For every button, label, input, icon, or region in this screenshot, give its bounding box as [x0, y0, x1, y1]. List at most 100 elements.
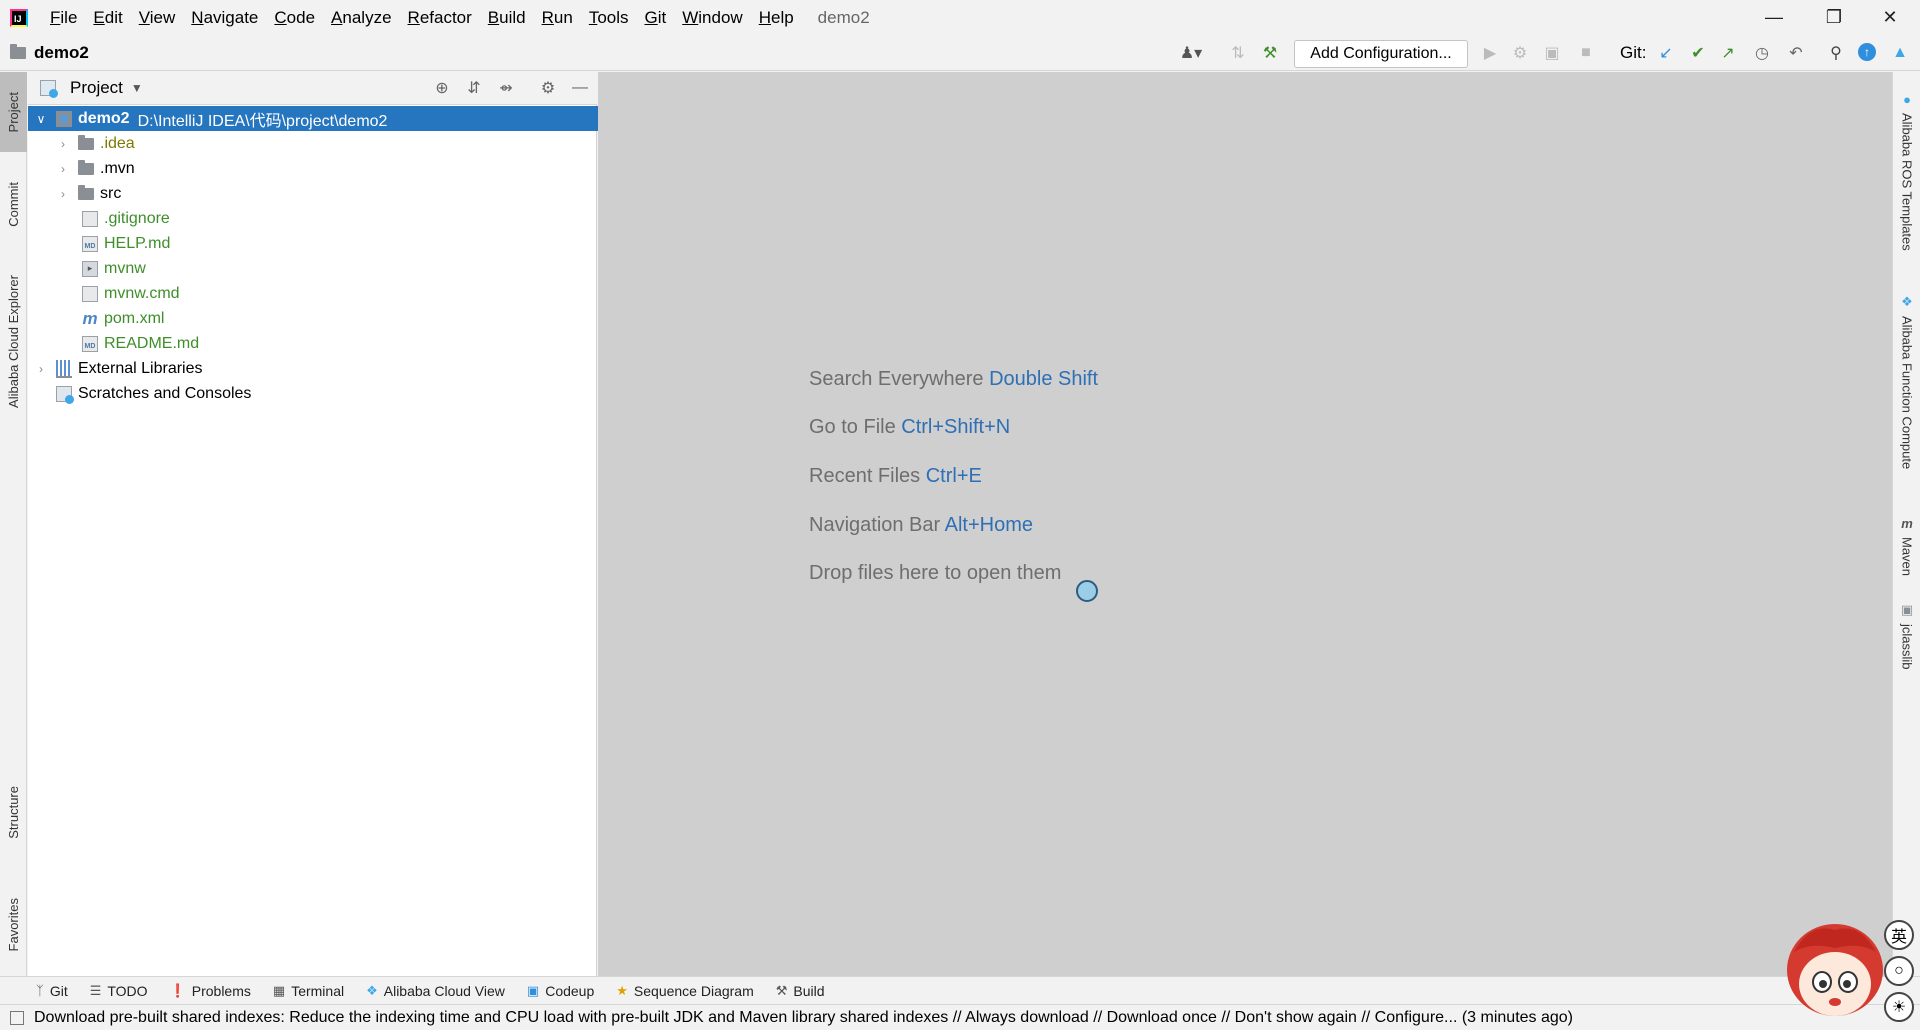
menu-analyze[interactable]: Analyze [323, 0, 399, 35]
menu-view[interactable]: View [131, 0, 184, 35]
tree-item-help-md[interactable]: MD HELP.md [28, 231, 651, 256]
chevron-right-icon[interactable]: › [56, 187, 70, 201]
restore-icon[interactable]: ❐ [1804, 0, 1864, 35]
tab-structure[interactable]: Structure [0, 772, 27, 852]
menu-tools[interactable]: Tools [581, 0, 637, 35]
tab-commit[interactable]: Commit [0, 164, 27, 244]
tree-item-external-libraries[interactable]: › External Libraries [28, 356, 603, 381]
chevron-right-icon[interactable]: › [34, 362, 48, 376]
tree-item-label: .gitignore [104, 209, 170, 227]
tab-codeup[interactable]: ▣ Codeup [527, 983, 594, 999]
tree-item-label: mvnw.cmd [104, 284, 180, 302]
minimize-icon[interactable]: — [1744, 0, 1804, 35]
menu-navigate[interactable]: Navigate [183, 0, 266, 35]
tab-build[interactable]: ⚒ Build [776, 983, 825, 999]
menu-git[interactable]: Git [637, 0, 675, 35]
tab-project[interactable]: Project [0, 72, 27, 152]
tab-favorites[interactable]: Favorites [0, 880, 27, 970]
editor-empty-area[interactable]: Search Everywhere Double Shift Go to Fil… [598, 72, 1892, 976]
tree-item-mvn[interactable]: › .mvn [28, 156, 625, 181]
ime-language-button[interactable]: 英 [1884, 920, 1914, 950]
menu-code[interactable]: Code [266, 0, 323, 35]
gear-icon[interactable]: ⚙ [538, 78, 558, 98]
ime-settings-icon[interactable]: ○ [1884, 956, 1914, 986]
tree-item-label: pom.xml [104, 309, 165, 327]
tab-alibaba-cloud-view[interactable]: ❖ Alibaba Cloud View [366, 983, 505, 999]
chevron-right-icon[interactable]: › [56, 162, 70, 176]
git-commit-icon[interactable]: ✔ [1688, 43, 1708, 63]
tab-git[interactable]: ᛉ Git [36, 983, 68, 999]
hint-navigation-bar: Navigation Bar Alt+Home [809, 514, 1034, 536]
menu-file[interactable]: File [42, 0, 85, 35]
project-view-icon [40, 80, 58, 98]
tree-item-idea[interactable]: › .idea [28, 131, 625, 156]
tab-terminal[interactable]: ▦ Terminal [273, 983, 344, 999]
tree-item-gitignore[interactable]: .gitignore [28, 206, 651, 231]
hint-go-to-file: Go to File Ctrl+Shift+N [809, 416, 1011, 438]
tab-jclasslib[interactable]: ▣ jclasslib [1893, 602, 1920, 670]
tree-item-mvnw[interactable]: ▸ mvnw [28, 256, 651, 281]
menu-run[interactable]: Run [534, 0, 581, 35]
tree-item-src[interactable]: › src [28, 181, 625, 206]
coverage-icon[interactable]: ▣ [1542, 43, 1562, 63]
right-tool-stripe: ● Alibaba ROS Templates ❖ Alibaba Functi… [1892, 72, 1920, 976]
tab-problems[interactable]: ❗ Problems [170, 983, 251, 999]
rollback-icon[interactable]: ↶ [1786, 43, 1806, 63]
status-message[interactable]: Download pre-built shared indexes: Reduc… [34, 1009, 1573, 1027]
breadcrumb-project[interactable]: demo2 [34, 43, 89, 63]
project-view-selector[interactable]: Project ▼ [40, 72, 143, 104]
git-push-icon[interactable]: ↗ [1718, 43, 1738, 63]
close-icon[interactable]: ✕ [1860, 0, 1920, 35]
root-module-name: demo2 [78, 109, 130, 127]
hammer-icon: ⚒ [775, 982, 788, 998]
chevron-right-icon[interactable]: › [56, 137, 70, 151]
breadcrumb[interactable]: demo2 [10, 35, 89, 71]
menu-refactor[interactable]: Refactor [400, 0, 480, 35]
folder-icon [78, 134, 94, 150]
tree-item-mvnw-cmd[interactable]: mvnw.cmd [28, 281, 651, 306]
tab-maven[interactable]: m Maven [1893, 516, 1920, 576]
tab-alibaba-function-compute[interactable]: ❖ Alibaba Function Compute [1893, 294, 1920, 469]
tab-todo[interactable]: ☰ TODO [90, 983, 148, 999]
tree-item-pom-xml[interactable]: m pom.xml [28, 306, 651, 331]
chevron-down-icon: ▼ [130, 81, 143, 95]
function-compute-icon: ❖ [1901, 294, 1913, 309]
tab-sequence-diagram[interactable]: ★ Sequence Diagram [616, 983, 754, 999]
stop-icon[interactable]: ■ [1576, 43, 1596, 63]
ime-skin-icon[interactable]: ☀ [1884, 992, 1914, 1022]
locate-file-icon[interactable]: ⊕ [432, 78, 452, 98]
vcs-update-icon[interactable]: ⇅ [1228, 43, 1248, 63]
tree-item-readme-md[interactable]: MD README.md [28, 331, 651, 356]
debug-icon[interactable]: ⚙ [1510, 43, 1530, 63]
add-configuration-button[interactable]: Add Configuration... [1294, 40, 1468, 68]
title-bar: IJ File Edit View Navigate Code Analyze … [0, 0, 1920, 35]
tree-root-demo2[interactable]: ∨ demo2 D:\IntelliJ IDEA\代码\project\demo… [28, 106, 603, 131]
collapse-all-icon[interactable]: ⇴ [496, 78, 516, 98]
folder-icon [78, 159, 94, 175]
folder-icon [10, 44, 26, 59]
history-icon[interactable]: ◷ [1752, 43, 1772, 63]
hammer-build-icon[interactable]: ⚒ [1260, 43, 1280, 63]
update-available-icon[interactable]: ↑ [1858, 43, 1876, 61]
git-update-icon[interactable]: ↙ [1656, 43, 1676, 63]
chevron-down-icon[interactable]: ∨ [34, 112, 48, 126]
git-branch-icon: ᛉ [36, 983, 44, 998]
search-icon[interactable]: ⚲ [1826, 43, 1846, 63]
tab-alibaba-cloud-explorer[interactable]: Alibaba Cloud Explorer [0, 256, 27, 426]
plugin-icon[interactable]: ▲ [1890, 43, 1910, 63]
menu-window[interactable]: Window [674, 0, 750, 35]
tree-item-label: README.md [104, 334, 200, 352]
menu-edit[interactable]: Edit [85, 0, 130, 35]
todo-list-icon: ☰ [89, 982, 102, 998]
run-icon[interactable]: ▶ [1480, 43, 1500, 63]
project-tool-window: Project ▼ ⊕ ⇵ ⇴ ⚙ — ∨ demo2 D:\IntelliJ … [28, 72, 603, 976]
hide-panel-icon[interactable]: — [570, 78, 590, 98]
tab-alibaba-ros-templates[interactable]: ● Alibaba ROS Templates [1893, 92, 1920, 251]
tree-item-scratches[interactable]: Scratches and Consoles [28, 381, 625, 406]
tree-item-label: .idea [100, 134, 135, 152]
user-icon[interactable]: ♟▾ [1176, 43, 1206, 63]
menu-help[interactable]: Help [751, 0, 802, 35]
menu-build[interactable]: Build [480, 0, 534, 35]
expand-all-icon[interactable]: ⇵ [464, 78, 484, 98]
toggle-tool-windows-icon[interactable] [10, 1010, 24, 1025]
